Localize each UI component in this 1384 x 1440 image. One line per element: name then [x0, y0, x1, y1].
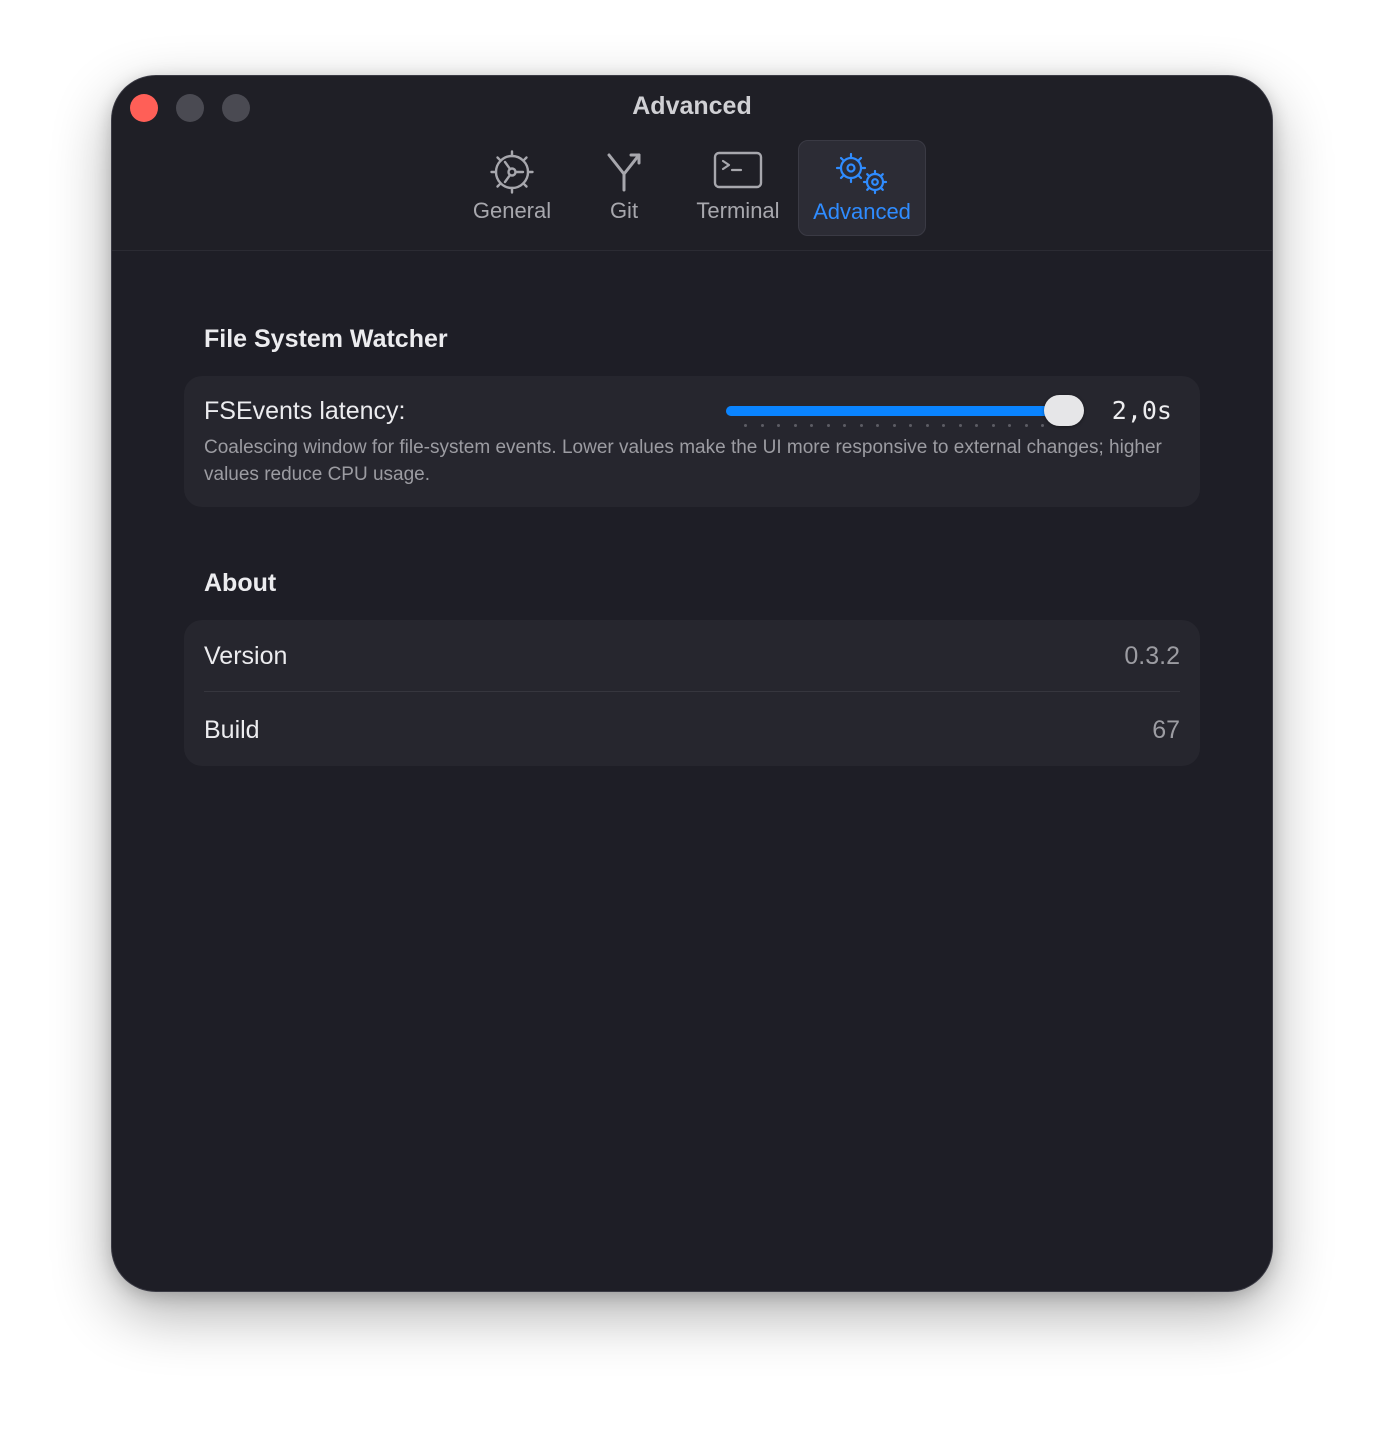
tab-advanced-label: Advanced [813, 199, 911, 224]
advanced-pane: File System Watcher FSEvents latency: 2,… [112, 251, 1272, 1291]
slider-tick [810, 424, 813, 427]
tab-git-label: Git [609, 198, 639, 223]
preferences-tabs: General Git Terminal Advanced [112, 140, 1272, 236]
slider-tick [826, 424, 830, 427]
slider-tick [925, 424, 929, 427]
version-label: Version [204, 642, 288, 670]
section-title-file-system-watcher: File System Watcher [204, 325, 448, 353]
slider-tick [909, 424, 912, 427]
build-value: 67 [1152, 716, 1180, 744]
slider-tick [1041, 424, 1044, 427]
slider-tick [777, 424, 780, 427]
slider-tick [859, 424, 863, 427]
tab-terminal[interactable]: Terminal [690, 140, 786, 236]
slider-tick [843, 424, 846, 427]
slider-thumb[interactable] [1044, 395, 1084, 426]
preferences-window: Advanced General Git Terminal Advanced F… [112, 76, 1272, 1291]
gears-icon [832, 151, 892, 202]
section-title-about: About [204, 569, 277, 597]
gear-icon [490, 150, 534, 199]
slider-tick [760, 424, 764, 427]
fsevents-latency-value: 2,0s [1111, 396, 1172, 425]
build-label: Build [204, 716, 260, 744]
tab-terminal-label: Terminal [696, 198, 780, 223]
slider-tick [1024, 424, 1028, 427]
window-title: Advanced [632, 92, 752, 120]
slider-tick [991, 424, 995, 427]
slider-tick [958, 424, 962, 427]
fsevents-latency-slider[interactable] [726, 394, 1084, 430]
branch-icon [604, 150, 644, 199]
fsevents-latency-card: FSEvents latency: 2,0s Coalescing window… [184, 376, 1200, 507]
slider-tick [975, 424, 978, 427]
slider-tick [1008, 424, 1011, 427]
slider-tick [744, 424, 747, 427]
terminal-icon [713, 150, 763, 195]
tab-general[interactable]: General [468, 140, 556, 236]
fsevents-latency-description: Coalescing window for file-system events… [204, 437, 1162, 485]
fsevents-latency-label: FSEvents latency: [204, 397, 406, 425]
tab-git[interactable]: Git [592, 140, 656, 236]
slider-tick [876, 424, 879, 427]
tab-advanced[interactable]: Advanced [798, 140, 926, 236]
slider-tick [892, 424, 896, 427]
slider-fill [726, 406, 1064, 416]
slider-ticks [744, 424, 1044, 430]
tab-general-label: General [472, 198, 552, 223]
slider-tick [942, 424, 945, 427]
version-value: 0.3.2 [1124, 642, 1180, 670]
toolbar: Advanced General Git Terminal Advanced [112, 76, 1272, 251]
slider-tick [793, 424, 797, 427]
about-card: Version 0.3.2 Build 67 [184, 620, 1200, 766]
about-divider [204, 691, 1180, 692]
